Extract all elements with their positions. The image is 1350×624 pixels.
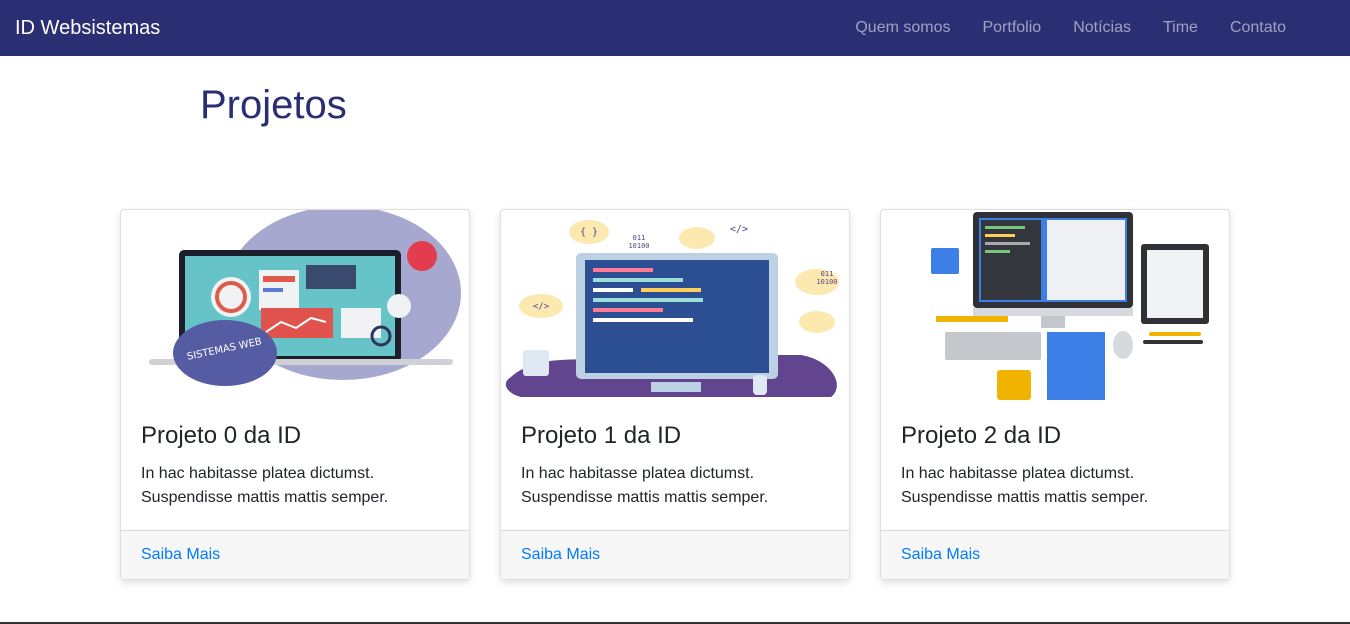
- nav-link-noticias[interactable]: Notícias: [1057, 0, 1147, 56]
- nav-link-quem-somos[interactable]: Quem somos: [839, 0, 966, 56]
- navbar: ID Websistemas Quem somos Portfolio Notí…: [0, 0, 1350, 56]
- code-tag-glyph: </>: [730, 224, 748, 235]
- nav-links: Quem somos Portfolio Notícias Time Conta…: [839, 0, 1302, 56]
- laptop-dashboard-illustration: SISTEMAS WEB: [149, 210, 461, 386]
- project-card-0: SISTEMAS WEB Projeto 0 da ID In hac habi…: [120, 209, 470, 580]
- page-title: Projetos: [200, 83, 347, 127]
- braces-glyph: { }: [580, 227, 598, 238]
- saiba-mais-link[interactable]: Saiba Mais: [521, 531, 600, 578]
- nav-link-contato[interactable]: Contato: [1214, 0, 1302, 56]
- card-text: In hac habitasse platea dictumst. Suspen…: [521, 465, 769, 506]
- card-text: In hac habitasse platea dictumst. Suspen…: [141, 465, 389, 506]
- project-card-2: Projeto 2 da ID In hac habitasse platea …: [880, 209, 1230, 580]
- binary-glyph: 10100: [816, 278, 837, 286]
- card-footer: Saiba Mais: [501, 530, 849, 579]
- card-text: In hac habitasse platea dictumst. Suspen…: [901, 465, 1149, 506]
- nav-link-time[interactable]: Time: [1147, 0, 1214, 56]
- nav-link-portfolio[interactable]: Portfolio: [966, 0, 1057, 56]
- card-title: Projeto 1 da ID: [521, 422, 682, 449]
- saiba-mais-link[interactable]: Saiba Mais: [141, 531, 220, 578]
- binary-glyph: 011: [633, 234, 646, 242]
- card-title: Projeto 2 da ID: [901, 422, 1062, 449]
- card-footer: Saiba Mais: [881, 530, 1229, 579]
- project-card-1: { } 011 10100 </> </> 011 10100 Projeto …: [500, 209, 850, 580]
- code-tag-glyph: </>: [533, 302, 550, 312]
- card-title: Projeto 0 da ID: [141, 422, 302, 449]
- saiba-mais-link[interactable]: Saiba Mais: [901, 531, 980, 578]
- brand-link[interactable]: ID Websistemas: [15, 0, 160, 56]
- binary-glyph: 011: [821, 270, 834, 278]
- card-footer: Saiba Mais: [121, 530, 469, 579]
- workstation-flowchart-illustration: [931, 212, 1209, 400]
- binary-glyph: 10100: [628, 242, 649, 250]
- monitor-coding-illustration: { } 011 10100 </> </> 011 10100: [505, 220, 839, 397]
